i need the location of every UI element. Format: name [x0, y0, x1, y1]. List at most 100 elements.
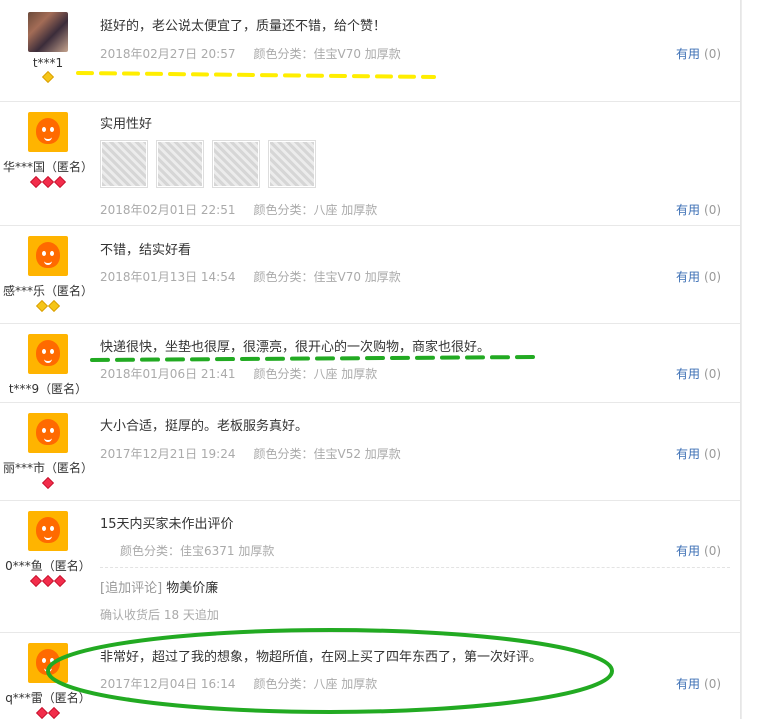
- review-meta: 2018年02月01日 22:51 颜色分类：八座 加厚款: [100, 201, 377, 218]
- reviewer: q***雷（匿名）: [0, 643, 96, 720]
- useful-label[interactable]: 有用: [676, 47, 700, 61]
- useful-count: (0): [704, 677, 722, 691]
- red-diamond-icon: [53, 574, 67, 588]
- sku-info: 颜色分类：佳宝6371 加厚款: [120, 544, 275, 558]
- scrollbar[interactable]: [741, 0, 764, 719]
- review-meta: 2017年12月04日 16:14 颜色分类：八座 加厚款: [100, 675, 377, 692]
- red-diamond-icon: [29, 175, 43, 189]
- useful-label[interactable]: 有用: [676, 447, 700, 461]
- reviewer: 华***国（匿名）: [0, 112, 96, 189]
- useful-count: (0): [704, 544, 722, 558]
- sku-info: 颜色分类：八座 加厚款: [253, 203, 378, 217]
- default-avatar-icon[interactable]: [28, 112, 68, 152]
- default-avatar-icon[interactable]: [28, 413, 68, 453]
- followup-text: 物美价廉: [166, 581, 219, 596]
- red-diamond-icon: [35, 706, 49, 720]
- reviewer-name: t***9（匿名）: [8, 382, 88, 396]
- default-avatar-icon[interactable]: [28, 643, 68, 683]
- level-badge: [0, 574, 96, 588]
- review-meta: 颜色分类：佳宝6371 加厚款: [120, 542, 274, 559]
- useful-label[interactable]: 有用: [676, 270, 700, 284]
- useful-label[interactable]: 有用: [676, 677, 700, 691]
- useful-button[interactable]: 有用 (0): [676, 365, 721, 382]
- red-diamond-icon: [41, 574, 55, 588]
- review-text: 快递很快，坐垫也很厚，很漂亮，很开心的一次购物，商家也很好。: [100, 340, 491, 355]
- avatar[interactable]: [28, 12, 68, 52]
- reviewer-name: 0***鱼（匿名）: [5, 559, 91, 573]
- useful-button[interactable]: 有用 (0): [676, 445, 721, 462]
- review-meta: 2018年02月27日 20:57 颜色分类：佳宝V70 加厚款: [100, 45, 401, 62]
- sku-info: 颜色分类：八座 加厚款: [253, 677, 378, 691]
- review-meta: 2018年01月13日 14:54 颜色分类：佳宝V70 加厚款: [100, 268, 401, 285]
- review-text: 15天内买家未作出评价: [100, 517, 234, 532]
- review-item: q***雷（匿名） 非常好，超过了我的想象，物超所值，在网上买了四年东西了，第一…: [0, 632, 740, 720]
- red-diamond-icon: [29, 574, 43, 588]
- default-avatar-icon[interactable]: [28, 236, 68, 276]
- reviewer-name: q***雷（匿名）: [5, 691, 91, 705]
- default-avatar-icon[interactable]: [28, 334, 68, 374]
- followup-label: [追加评论]: [100, 581, 163, 596]
- useful-label[interactable]: 有用: [676, 544, 700, 558]
- gold-diamond-icon: [35, 299, 49, 313]
- useful-count: (0): [704, 203, 722, 217]
- divider: [100, 567, 730, 568]
- red-diamond-icon: [53, 175, 67, 189]
- review-text: 大小合适，挺厚的。老板服务真好。: [100, 419, 309, 434]
- review-photo-thumbnail[interactable]: [100, 140, 148, 188]
- review-date: 2018年01月06日 21:41: [100, 367, 236, 381]
- level-badge: [0, 476, 96, 490]
- review-text: 非常好，超过了我的想象，物超所值，在网上买了四年东西了，第一次好评。: [100, 650, 543, 665]
- useful-button[interactable]: 有用 (0): [676, 201, 721, 218]
- useful-button[interactable]: 有用 (0): [676, 268, 721, 285]
- review-text: 不错，结实好看: [100, 243, 192, 258]
- sku-info: 颜色分类：佳宝V52 加厚款: [253, 447, 401, 461]
- review-photo-thumbnail[interactable]: [268, 140, 316, 188]
- followup-meta: 确认收货后 18 天追加: [100, 608, 219, 622]
- red-diamond-icon: [47, 706, 61, 720]
- reviewer: t***1: [0, 12, 96, 84]
- level-badge: [0, 706, 96, 720]
- red-diamond-icon: [41, 175, 55, 189]
- reviewer-name: 华***国（匿名）: [2, 160, 93, 174]
- followup-comment: [追加评论] 物美价廉: [100, 577, 218, 596]
- reviewer: 丽***市（匿名）: [0, 413, 96, 490]
- useful-button[interactable]: 有用 (0): [676, 675, 721, 692]
- review-list: t***1 挺好的，老公说太便宜了，质量还不错，给个赞！ 2018年02月27日…: [0, 0, 741, 720]
- review-item: t***9（匿名） 快递很快，坐垫也很厚，很漂亮，很开心的一次购物，商家也很好。…: [0, 323, 740, 403]
- review-text: 挺好的，老公说太便宜了，质量还不错，给个赞！: [100, 19, 387, 34]
- sku-info: 颜色分类：八座 加厚款: [253, 367, 378, 381]
- useful-button[interactable]: 有用 (0): [676, 542, 721, 559]
- review-item: 丽***市（匿名） 大小合适，挺厚的。老板服务真好。 2017年12月21日 1…: [0, 402, 740, 501]
- level-badge: [0, 70, 96, 84]
- review-item: t***1 挺好的，老公说太便宜了，质量还不错，给个赞！ 2018年02月27日…: [0, 0, 740, 102]
- review-item: 0***鱼（匿名） 15天内买家未作出评价 颜色分类：佳宝6371 加厚款 有用…: [0, 500, 740, 633]
- red-diamond-icon: [41, 476, 55, 490]
- sku-info: 颜色分类：佳宝V70 加厚款: [253, 47, 401, 61]
- level-badge: [0, 175, 96, 189]
- review-photo-thumbnail[interactable]: [212, 140, 260, 188]
- review-photo-thumbnail[interactable]: [156, 140, 204, 188]
- useful-count: (0): [704, 447, 722, 461]
- review-date: 2017年12月04日 16:14: [100, 677, 236, 691]
- useful-count: (0): [704, 47, 722, 61]
- default-avatar-icon[interactable]: [28, 511, 68, 551]
- reviewer: t***9（匿名）: [0, 334, 96, 397]
- review-date: 2018年02月27日 20:57: [100, 47, 236, 61]
- useful-label[interactable]: 有用: [676, 203, 700, 217]
- useful-label[interactable]: 有用: [676, 367, 700, 381]
- review-meta: 2018年01月06日 21:41 颜色分类：八座 加厚款: [100, 365, 377, 382]
- review-date: 2018年01月13日 14:54: [100, 270, 236, 284]
- review-item: 华***国（匿名） 实用性好 2018年02月01日 22:51 颜色分类：八座 …: [0, 101, 740, 226]
- useful-count: (0): [704, 270, 722, 284]
- gold-diamond-icon: [47, 299, 61, 313]
- review-photos: [100, 140, 324, 192]
- review-date: 2017年12月21日 19:24: [100, 447, 236, 461]
- sku-info: 颜色分类：佳宝V70 加厚款: [253, 270, 401, 284]
- useful-button[interactable]: 有用 (0): [676, 45, 721, 62]
- reviewer: 感***乐（匿名）: [0, 236, 96, 313]
- level-badge: [0, 299, 96, 313]
- reviewer-name: 感***乐（匿名）: [2, 284, 93, 298]
- review-text: 实用性好: [100, 117, 153, 132]
- reviewer-name: t***1: [32, 56, 64, 70]
- review-item: 感***乐（匿名） 不错，结实好看 2018年01月13日 14:54 颜色分类：…: [0, 225, 740, 324]
